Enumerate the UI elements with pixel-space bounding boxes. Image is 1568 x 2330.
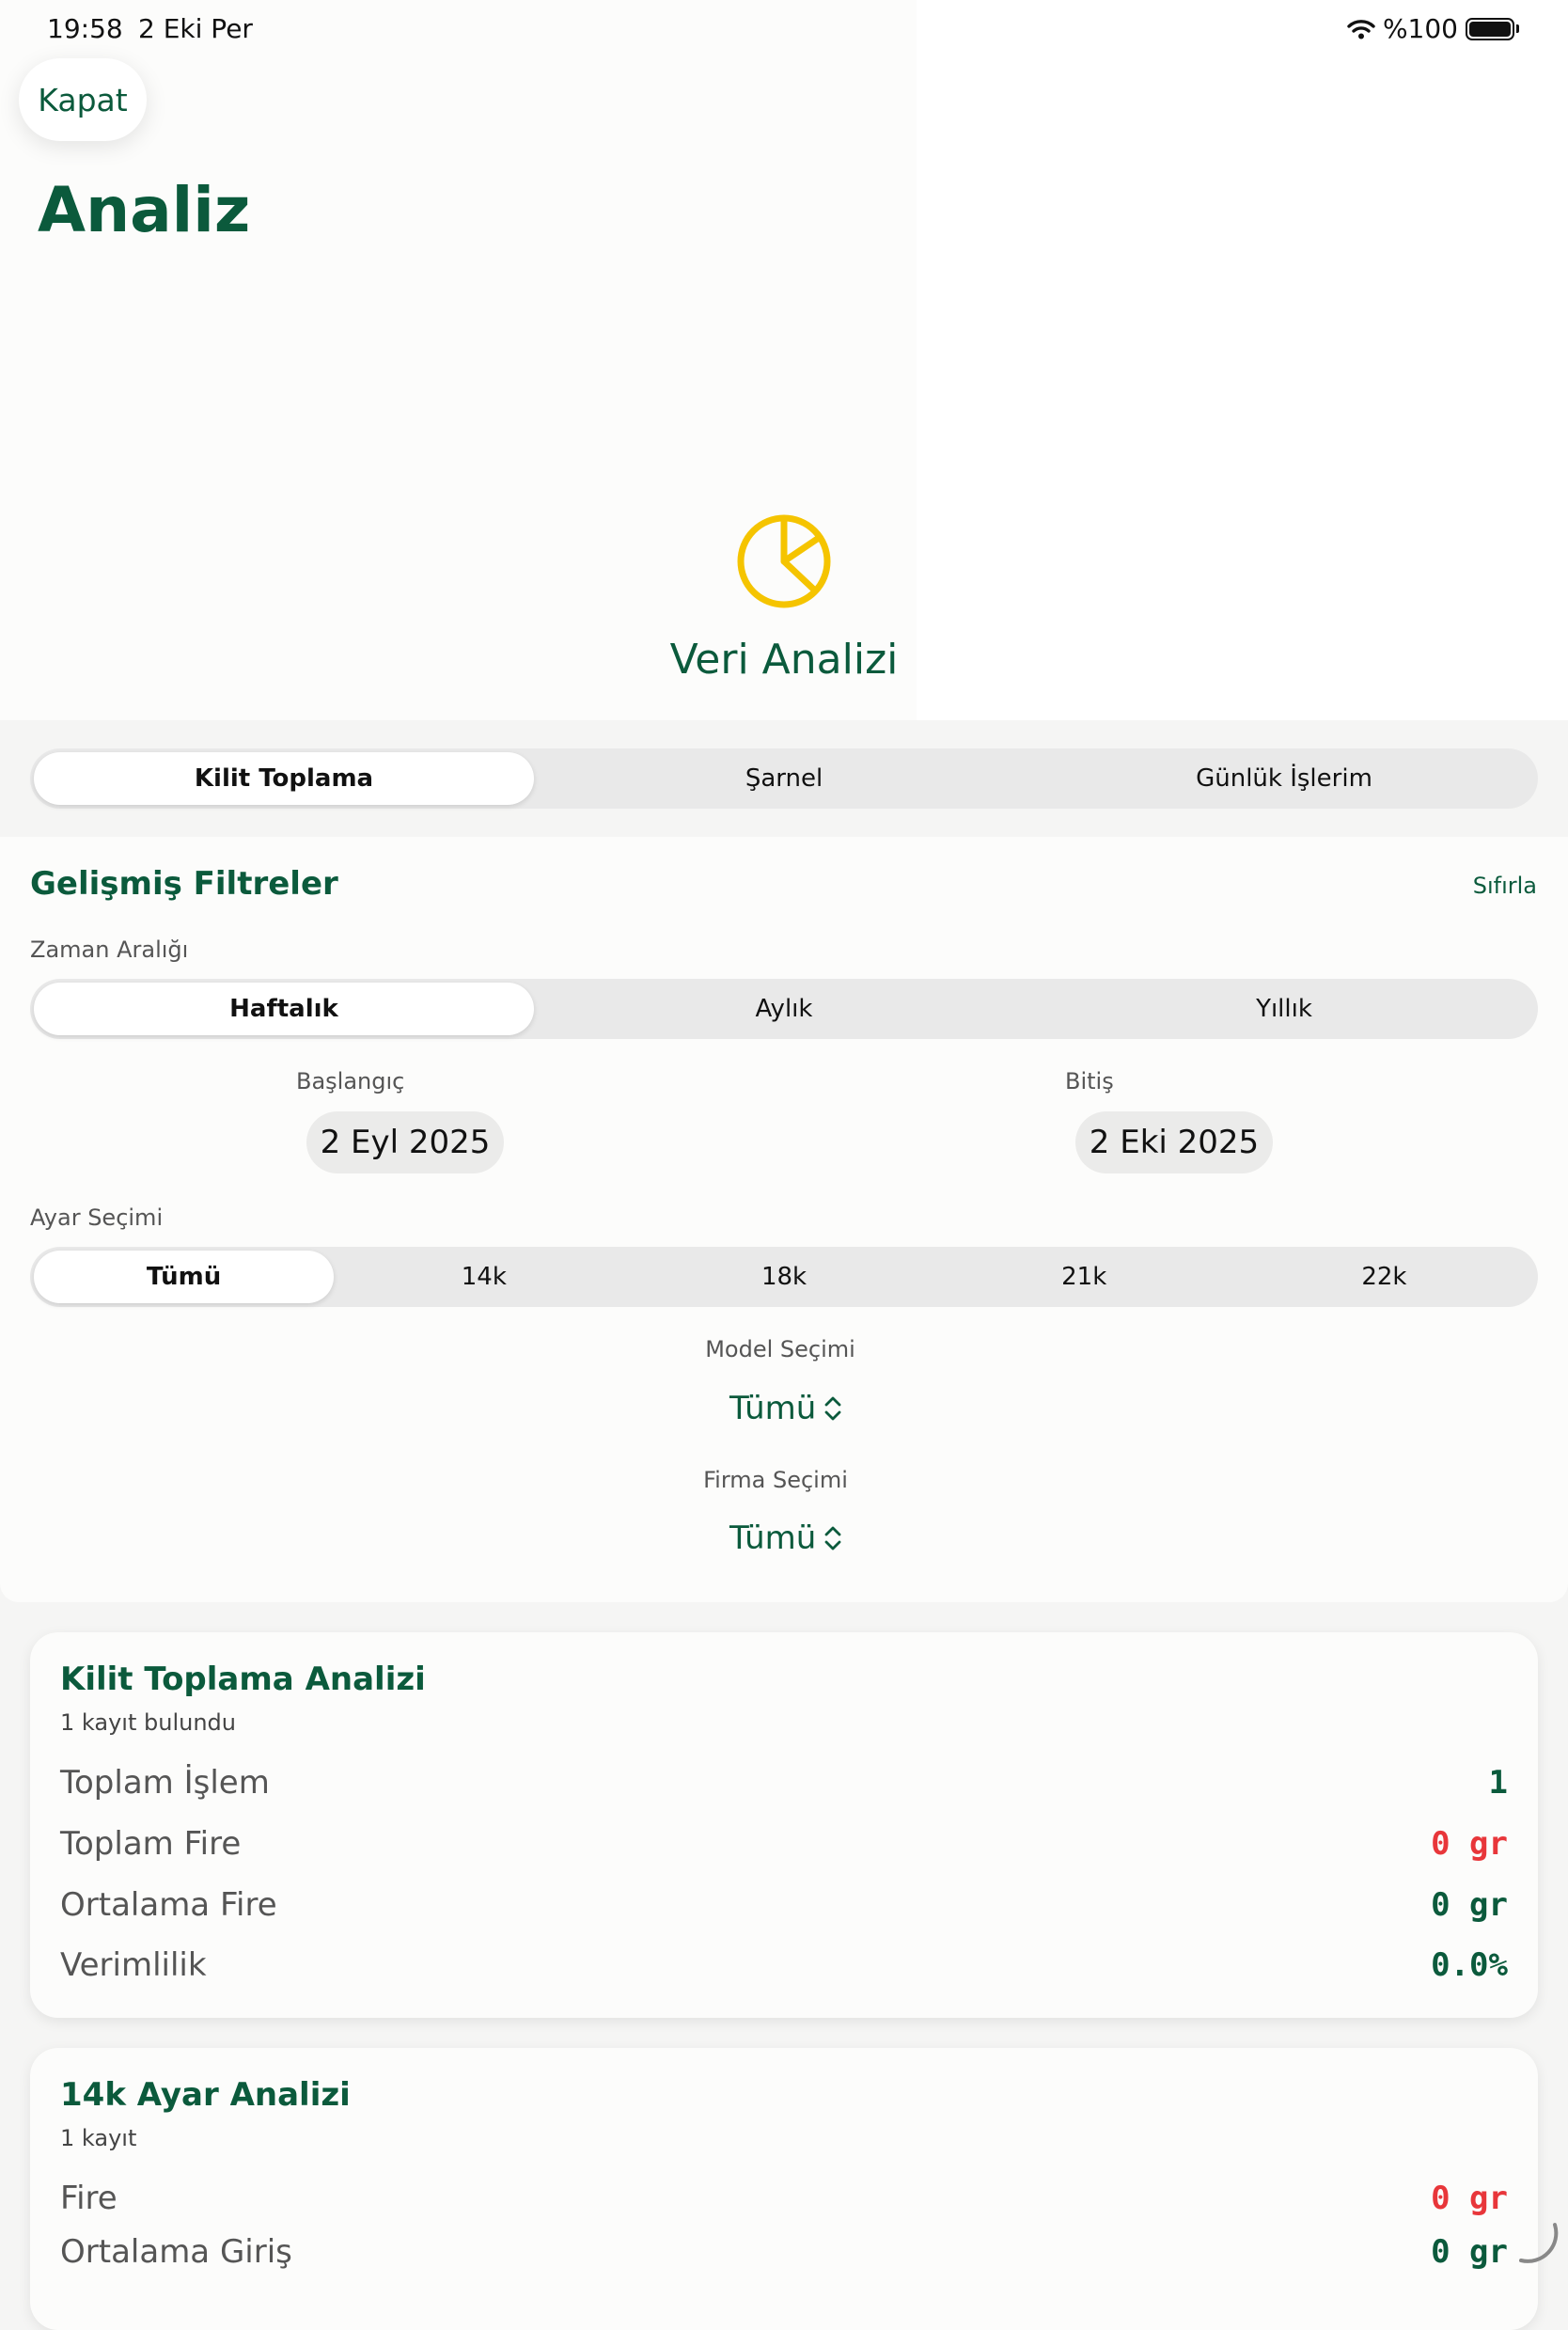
karat-14k[interactable]: 14k xyxy=(334,1251,634,1303)
row-value-efficiency: 0.0% xyxy=(1431,1946,1508,1984)
status-bar: 19:58 2 Eki Per %100 xyxy=(0,0,1568,60)
battery-icon xyxy=(1466,17,1514,40)
wifi-icon xyxy=(1347,19,1375,39)
kilit-toplama-summary-card: Kilit Toplama Analizi 1 kayıt bulundu To… xyxy=(30,1632,1538,2018)
filters-title: Gelişmiş Filtreler xyxy=(30,865,338,903)
chevron-up-down-icon xyxy=(824,1396,841,1421)
model-picker-value: Tümü xyxy=(729,1390,817,1427)
time-range-selector: Haftalık Aylık Yıllık xyxy=(30,979,1538,1039)
close-button[interactable]: Kapat xyxy=(19,58,147,141)
loading-spinner-icon xyxy=(1519,2223,1559,2263)
row-label-waste: Fire xyxy=(60,2180,118,2217)
row-label-total-waste: Toplam Fire xyxy=(60,1825,242,1863)
time-range-weekly[interactable]: Haftalık xyxy=(34,983,534,1035)
row-label-average-waste: Ortalama Fire xyxy=(60,1886,277,1924)
row-value-average-input: 0 gr xyxy=(1431,2233,1508,2271)
card-title: Kilit Toplama Analizi xyxy=(60,1661,426,1698)
company-picker-value: Tümü xyxy=(729,1519,817,1557)
karat-21k[interactable]: 21k xyxy=(934,1251,1234,1303)
row-value-total-operations: 1 xyxy=(1488,1764,1508,1802)
record-count: 1 kayıt bulundu xyxy=(60,1709,236,1736)
karat-selector: Tümü 14k 18k 21k 22k xyxy=(30,1247,1538,1307)
karat-selection-label: Ayar Seçimi xyxy=(30,1204,164,1231)
card-title: 14k Ayar Analizi xyxy=(60,2076,351,2114)
row-value-waste: 0 gr xyxy=(1431,2180,1508,2217)
model-picker[interactable]: Tümü xyxy=(729,1390,842,1427)
karat-14k-analysis-card: 14k Ayar Analizi 1 kayıt Fire 0 gr Ortal… xyxy=(30,2048,1538,2330)
hero-title: Veri Analizi xyxy=(669,636,899,684)
analysis-type-tabs: Kilit Toplama Şarnel Günlük İşlerim xyxy=(30,748,1538,809)
battery-tip xyxy=(1516,24,1519,33)
row-label-average-input: Ortalama Giriş xyxy=(60,2233,292,2271)
detail-pane-background xyxy=(917,0,1568,720)
karat-all[interactable]: Tümü xyxy=(34,1251,335,1303)
record-count: 1 kayıt xyxy=(60,2125,137,2151)
karat-18k[interactable]: 18k xyxy=(634,1251,933,1303)
tab-sarnel[interactable]: Şarnel xyxy=(534,752,1034,805)
start-date-label: Başlangıç xyxy=(296,1068,405,1094)
tab-gunluk-islerim[interactable]: Günlük İşlerim xyxy=(1034,752,1534,805)
time-range-yearly[interactable]: Yıllık xyxy=(1034,983,1534,1035)
row-label-total-operations: Toplam İşlem xyxy=(60,1764,270,1802)
pie-chart-icon xyxy=(737,514,831,608)
battery-percentage: %100 xyxy=(1382,13,1458,44)
company-selection-label: Firma Seçimi xyxy=(703,1467,848,1493)
karat-22k[interactable]: 22k xyxy=(1234,1251,1534,1303)
page-title: Analiz xyxy=(38,174,251,246)
tab-kilit-toplama[interactable]: Kilit Toplama xyxy=(34,752,534,805)
status-date: 2 Eki Per xyxy=(138,13,253,44)
status-time: 19:58 xyxy=(47,13,123,44)
chevron-up-down-icon xyxy=(824,1526,841,1551)
row-label-efficiency: Verimlilik xyxy=(60,1946,207,1984)
model-selection-label: Model Seçimi xyxy=(705,1336,855,1362)
start-date-picker[interactable]: 2 Eyl 2025 xyxy=(306,1111,504,1173)
end-date-label: Bitiş xyxy=(1065,1068,1114,1094)
end-date-picker[interactable]: 2 Eki 2025 xyxy=(1075,1111,1273,1173)
company-picker[interactable]: Tümü xyxy=(729,1519,842,1557)
reset-button[interactable]: Sıfırla xyxy=(1473,873,1537,899)
status-indicators: %100 xyxy=(1347,13,1519,44)
time-range-label: Zaman Aralığı xyxy=(30,937,189,963)
row-value-average-waste: 0 gr xyxy=(1431,1886,1508,1924)
row-value-total-waste: 0 gr xyxy=(1431,1825,1508,1863)
time-range-monthly[interactable]: Aylık xyxy=(534,983,1034,1035)
